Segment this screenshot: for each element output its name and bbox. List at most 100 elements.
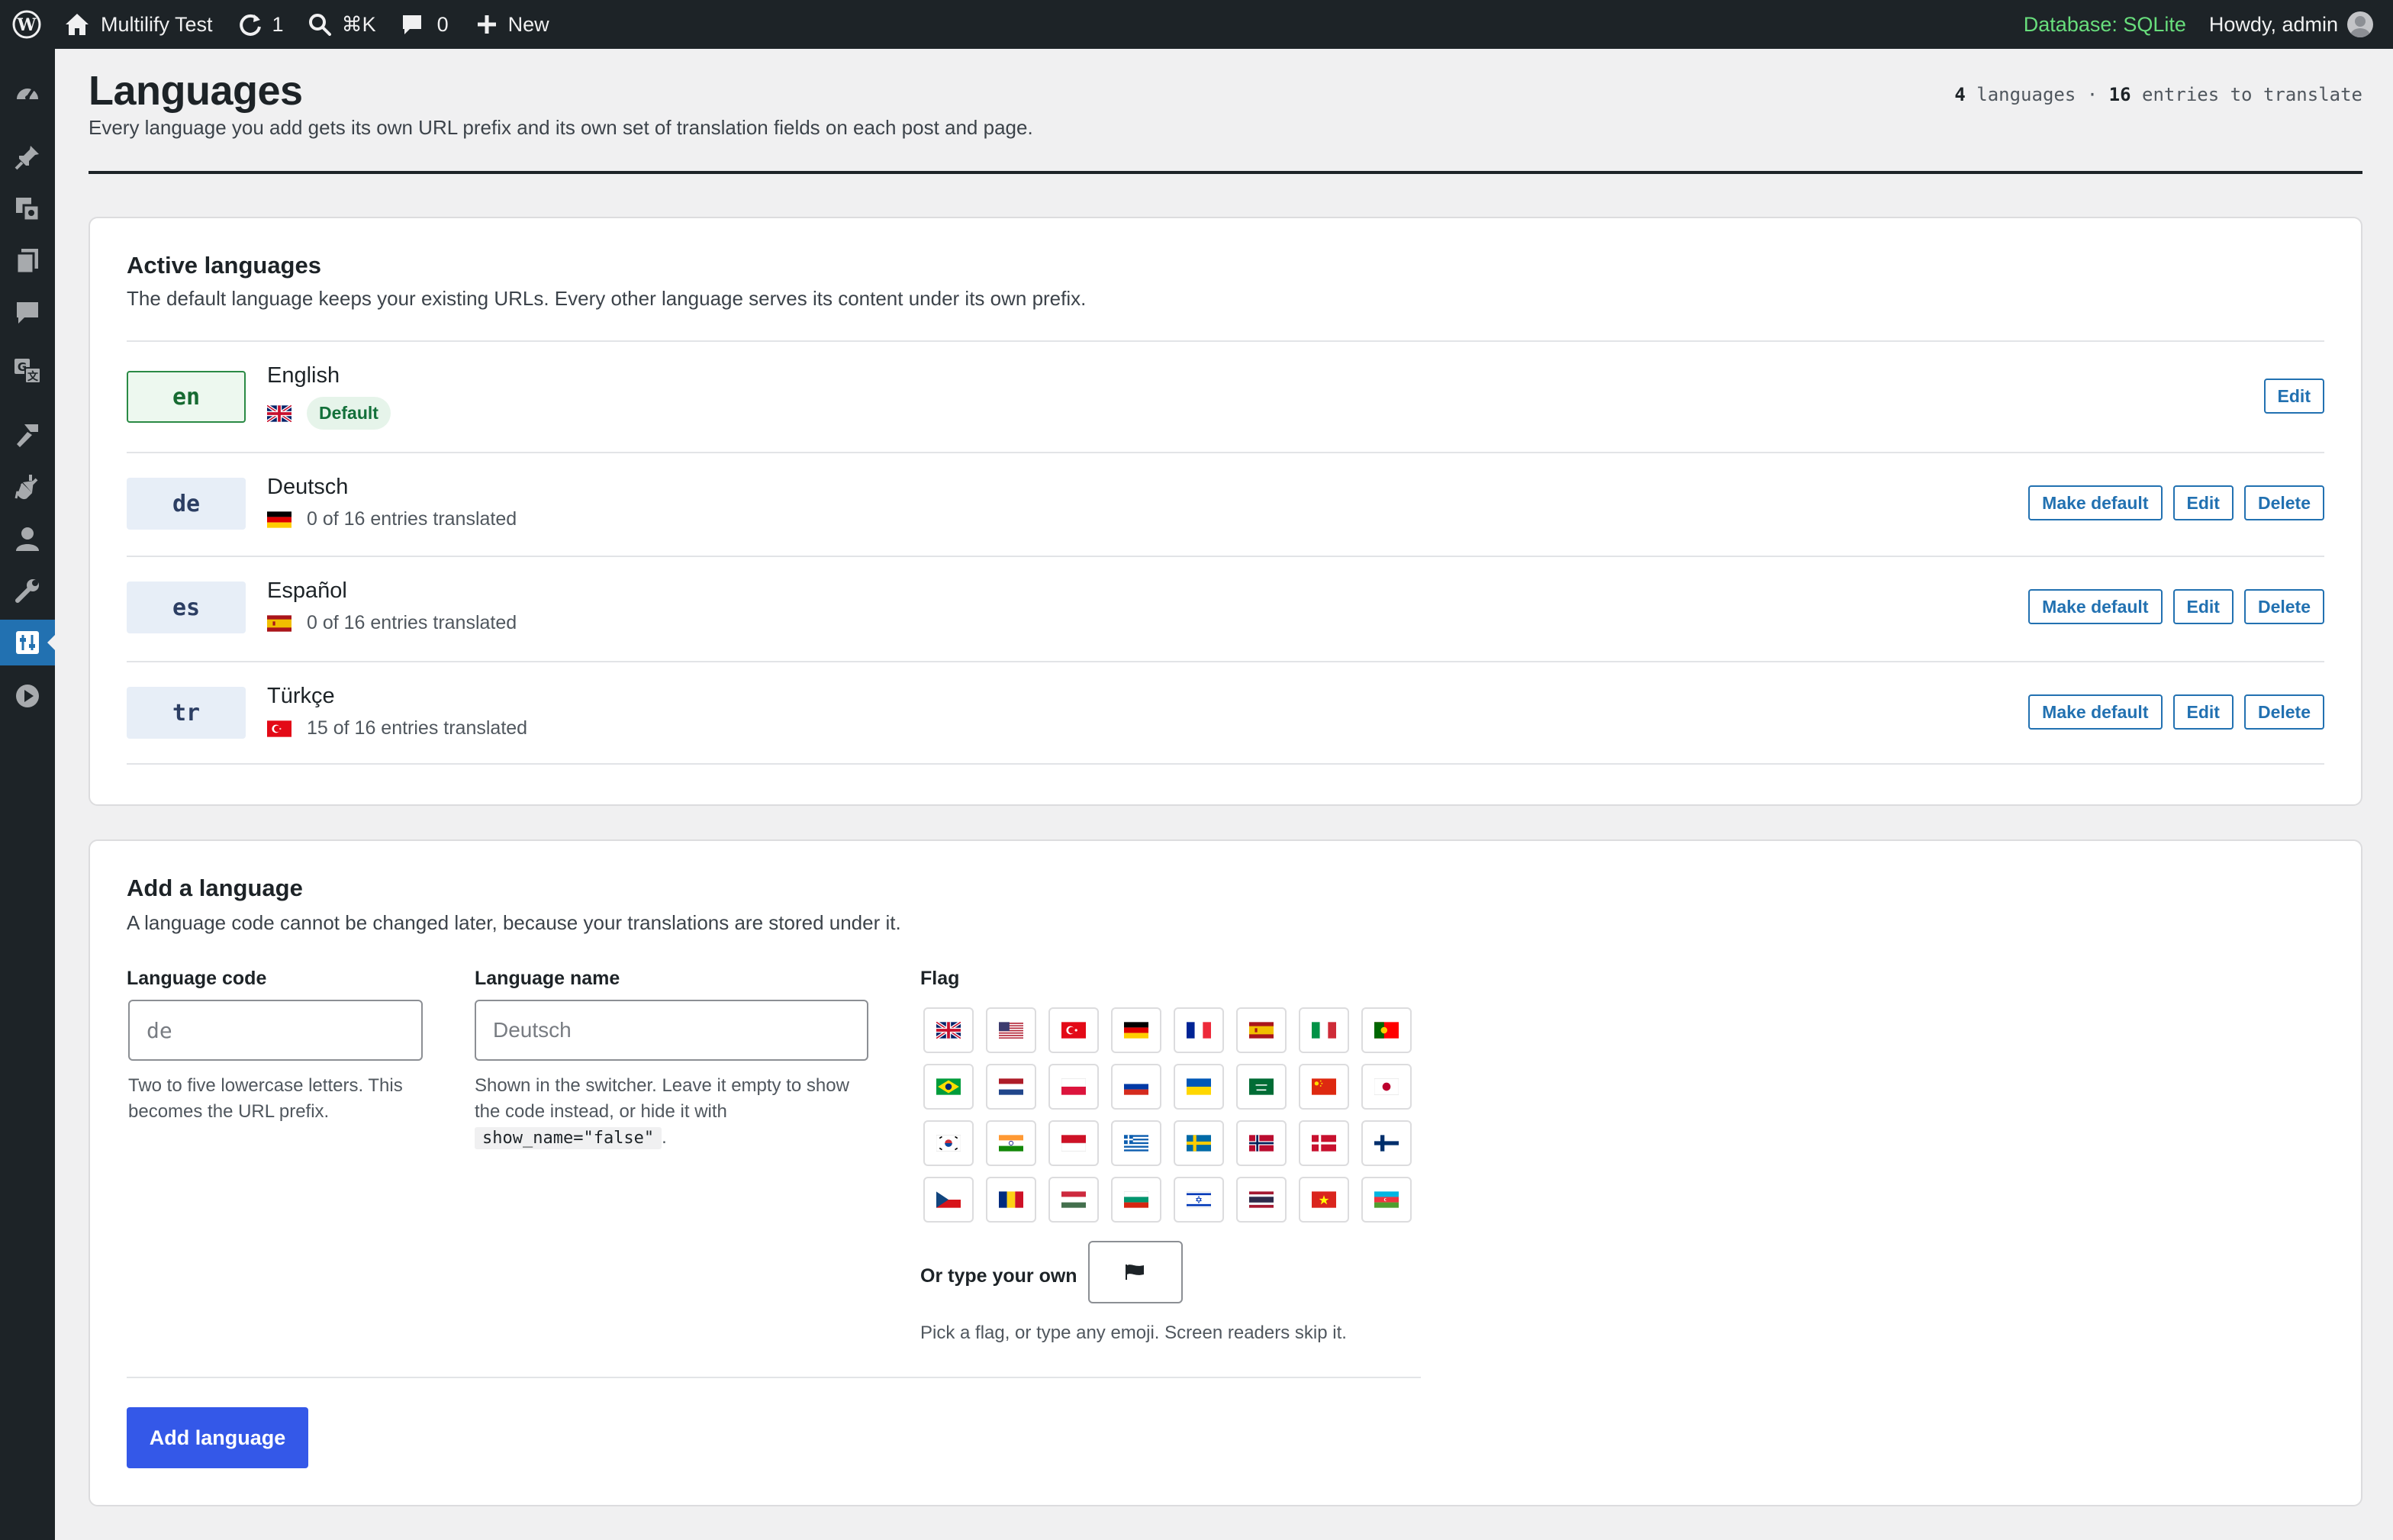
translate-icon[interactable]: G文 (0, 348, 55, 394)
flag-option-vn[interactable] (1299, 1177, 1349, 1223)
page-stats: 4 languages · 16 entries to translate (1954, 84, 2362, 105)
flag-pl-icon (1061, 1078, 1086, 1095)
flag-option-ro[interactable] (986, 1177, 1036, 1223)
plugins-icon[interactable] (0, 464, 55, 510)
flag-gb-icon (936, 1022, 961, 1039)
flag-dk-icon (1312, 1135, 1336, 1152)
flag-option-nl[interactable] (986, 1064, 1036, 1110)
flag-option-cn[interactable] (1299, 1064, 1349, 1110)
flag-option-ru[interactable] (1111, 1064, 1161, 1110)
language-name: English (267, 363, 340, 388)
flag-option-jp[interactable] (1361, 1064, 1412, 1110)
flag-option-az[interactable] (1361, 1177, 1412, 1223)
flag-kr-icon (936, 1135, 961, 1152)
settings-icon[interactable] (0, 620, 55, 665)
flag-option-fi[interactable] (1361, 1120, 1412, 1166)
search-icon (308, 14, 331, 36)
updates-link[interactable]: 1 (237, 0, 284, 49)
edit-button[interactable]: Edit (2172, 485, 2234, 520)
howdy-link[interactable]: Howdy, admin (2209, 13, 2338, 37)
new-content-link[interactable]: New (476, 0, 549, 49)
flag-option-gr[interactable] (1111, 1120, 1161, 1166)
flag-label: Flag (920, 968, 960, 989)
add-language-button[interactable]: Add language (127, 1407, 308, 1468)
flag-option-th[interactable] (1236, 1177, 1287, 1223)
page-title: Languages (89, 68, 303, 114)
language-name-label: Language name (475, 968, 620, 989)
flag-it-icon (1312, 1022, 1336, 1039)
flag-option-pt[interactable] (1361, 1007, 1412, 1053)
flag-option-cz[interactable] (923, 1177, 974, 1223)
flag-option-in[interactable] (986, 1120, 1036, 1166)
make-default-button[interactable]: Make default (2028, 485, 2163, 520)
flag-option-fr[interactable] (1174, 1007, 1224, 1053)
translation-progress: 0 of 16 entries translated (307, 508, 517, 530)
flag-option-tr[interactable] (1048, 1007, 1099, 1053)
make-default-button[interactable]: Make default (2028, 694, 2163, 730)
flag-se-icon (1187, 1135, 1211, 1152)
site-name: Multilify Test (101, 12, 213, 36)
flag-in-icon (999, 1135, 1023, 1152)
flag-option-pl[interactable] (1048, 1064, 1099, 1110)
flag-az-icon (1374, 1191, 1399, 1208)
tools-icon[interactable] (0, 568, 55, 614)
delete-button[interactable]: Delete (2243, 694, 2324, 730)
delete-button[interactable]: Delete (2243, 589, 2324, 624)
active-languages-title: Active languages (127, 252, 321, 279)
flag-option-ua[interactable] (1174, 1064, 1224, 1110)
flag-option-br[interactable] (923, 1064, 974, 1110)
wordpress-logo-icon[interactable]: W (0, 0, 53, 49)
admin-bar: W Multilify Test 1 ⌘K 0 New Database: SQ… (0, 0, 2393, 49)
edit-button[interactable]: Edit (2172, 589, 2234, 624)
flag-bg-icon (1124, 1191, 1148, 1208)
comments-link[interactable]: 0 (401, 0, 449, 49)
avatar[interactable] (2347, 11, 2373, 37)
search-shortcut: ⌘K (341, 12, 376, 36)
language-name-help-end: . (662, 1127, 667, 1148)
flag-option-sa[interactable] (1236, 1064, 1287, 1110)
dashboard-icon[interactable] (0, 70, 55, 116)
flag-option-bg[interactable] (1111, 1177, 1161, 1223)
comments-icon[interactable] (0, 290, 55, 336)
flag-option-se[interactable] (1174, 1120, 1224, 1166)
flag-hu-icon (1061, 1191, 1086, 1208)
flag-option-us[interactable] (986, 1007, 1036, 1053)
language-name-input[interactable] (475, 1000, 868, 1061)
default-badge: Default (307, 397, 391, 430)
flag-option-dk[interactable] (1299, 1120, 1349, 1166)
own-flag-input[interactable] (1088, 1241, 1183, 1303)
edit-button[interactable]: Edit (2263, 379, 2324, 414)
flag-gb-icon (267, 404, 291, 422)
media-icon[interactable] (0, 186, 55, 232)
flag-tr-icon (1061, 1022, 1086, 1039)
make-default-button[interactable]: Make default (2028, 589, 2163, 624)
pages-icon[interactable] (0, 238, 55, 284)
appearance-icon[interactable] (0, 412, 55, 458)
flag-option-no[interactable] (1236, 1120, 1287, 1166)
language-code-input[interactable] (128, 1000, 423, 1061)
flag-option-es[interactable] (1236, 1007, 1287, 1053)
flag-option-hu[interactable] (1048, 1177, 1099, 1223)
flag-fr-icon (1187, 1022, 1211, 1039)
own-flag-label: Or type your own (920, 1265, 1077, 1287)
language-code-label: Language code (127, 968, 267, 989)
flag-il-icon (1187, 1191, 1211, 1208)
posts-icon[interactable] (0, 134, 55, 180)
flag-option-id[interactable] (1048, 1120, 1099, 1166)
flag-option-de[interactable] (1111, 1007, 1161, 1053)
flag-option-il[interactable] (1174, 1177, 1224, 1223)
search-link[interactable]: ⌘K (308, 0, 376, 49)
flag-ro-icon (999, 1191, 1023, 1208)
comments-count: 0 (436, 12, 449, 36)
flag-option-it[interactable] (1299, 1007, 1349, 1053)
play-icon[interactable] (0, 673, 55, 719)
users-icon[interactable] (0, 516, 55, 562)
delete-button[interactable]: Delete (2243, 485, 2324, 520)
edit-button[interactable]: Edit (2172, 694, 2234, 730)
flag-es-icon (1249, 1022, 1274, 1039)
flag-option-kr[interactable] (923, 1120, 974, 1166)
active-languages-panel: Active languages The default language ke… (89, 217, 2362, 806)
language-meta: 15 of 16 entries translated (267, 717, 527, 739)
site-name-link[interactable]: Multilify Test (64, 0, 213, 49)
flag-option-gb[interactable] (923, 1007, 974, 1053)
